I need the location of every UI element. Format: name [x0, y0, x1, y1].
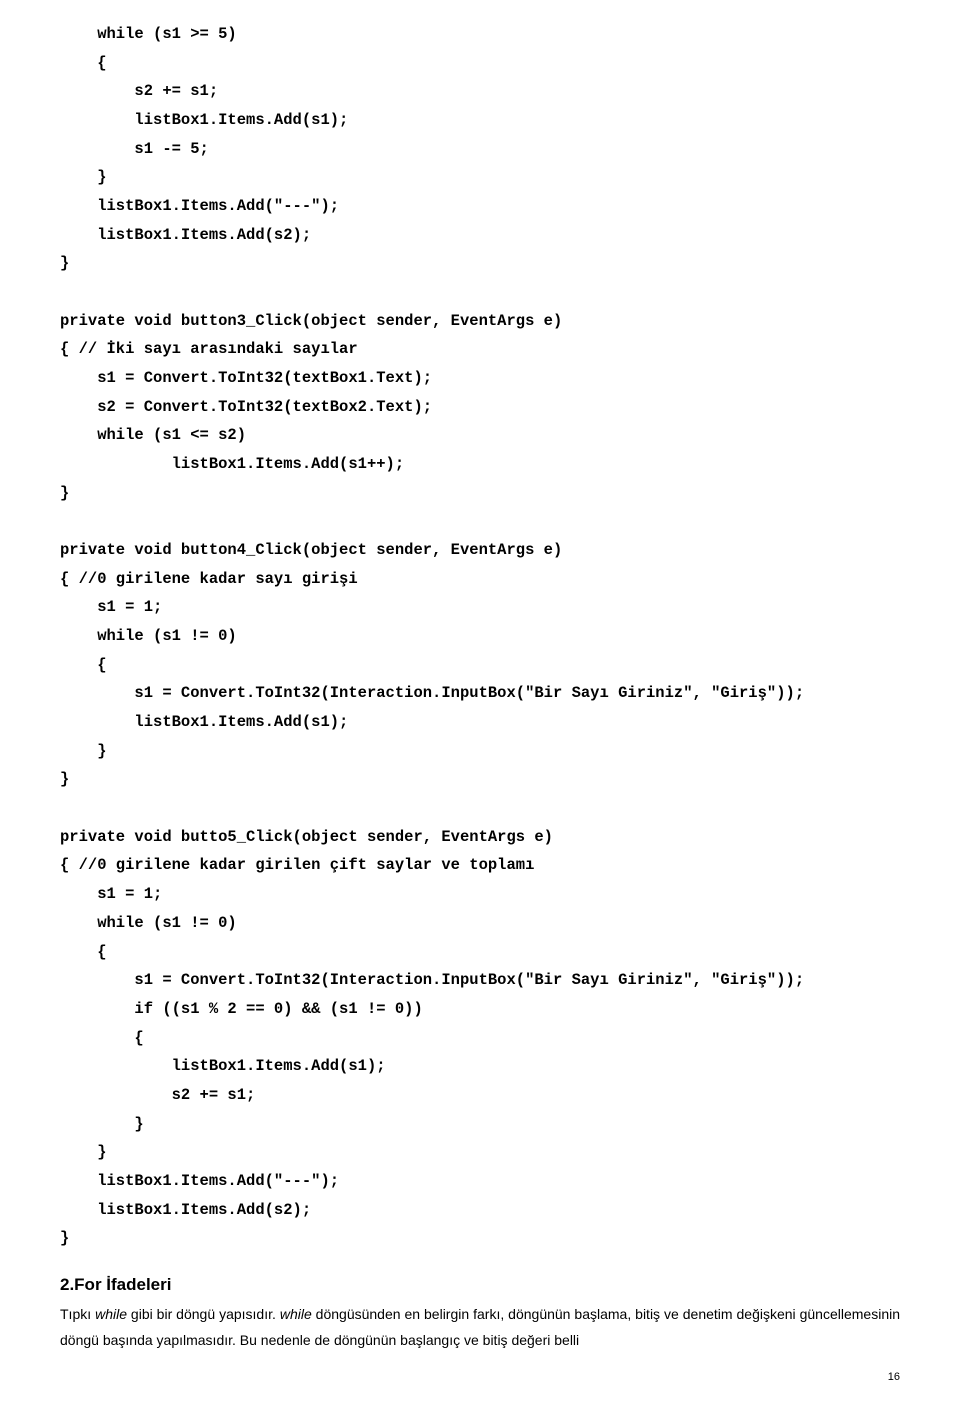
section-heading: 2.For İfadeleri [60, 1275, 900, 1295]
paragraph: Tıpkı while gibi bir döngü yapısıdır. wh… [60, 1301, 900, 1354]
page-number: 16 [888, 1371, 900, 1383]
text-run: gibi bir döngü yapısıdır. [127, 1306, 280, 1322]
italic-text: while [95, 1306, 127, 1322]
document-page: while (s1 >= 5) { s2 += s1; listBox1.Ite… [0, 0, 960, 1411]
code-block: while (s1 >= 5) { s2 += s1; listBox1.Ite… [60, 20, 900, 1253]
italic-text: while [280, 1306, 312, 1322]
text-run: Tıpkı [60, 1306, 95, 1322]
